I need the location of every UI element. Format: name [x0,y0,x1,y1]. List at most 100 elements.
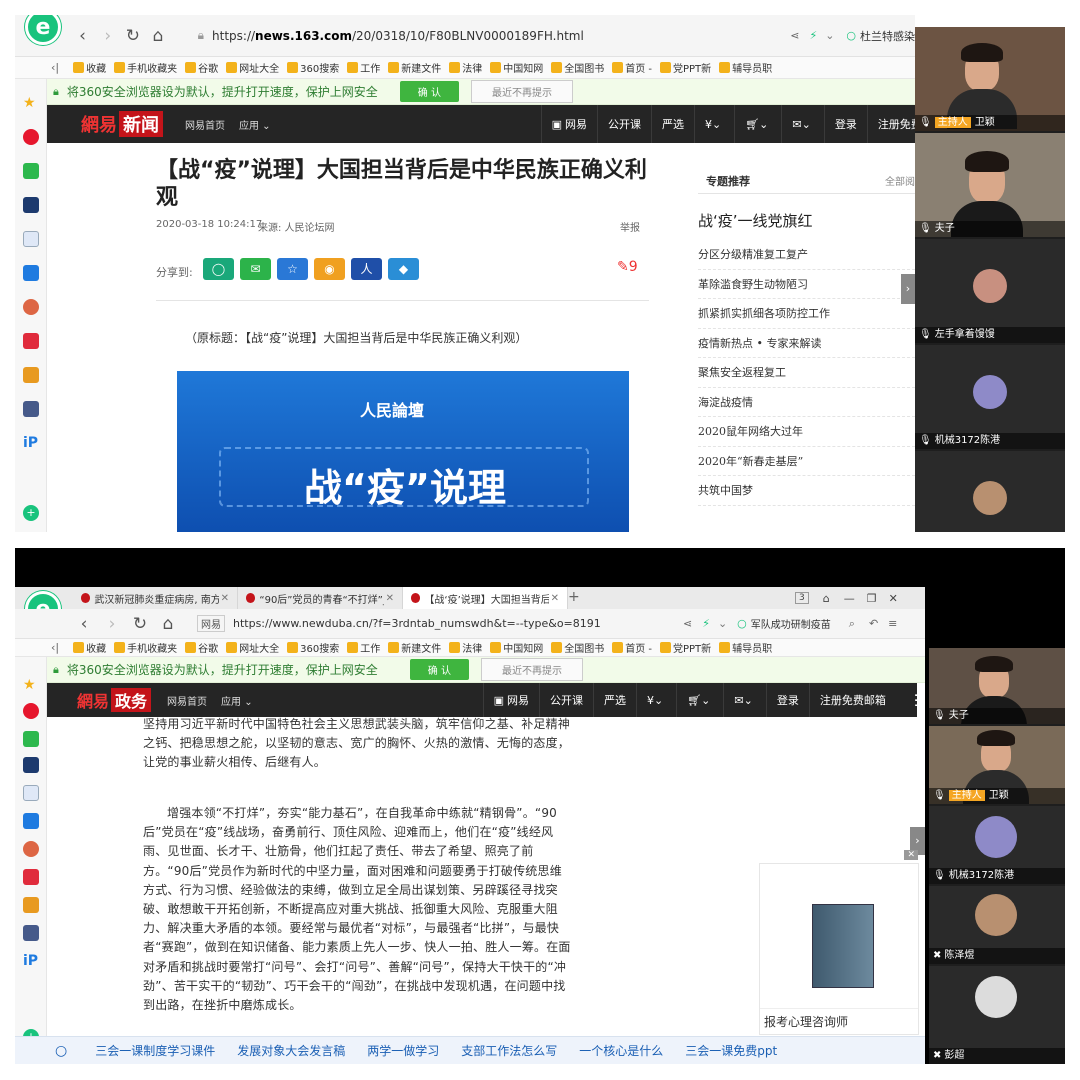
netease-logo[interactable]: 網易 政务 [77,688,152,712]
bookmark-item[interactable]: 中国知网 [490,640,543,655]
bookmark-item[interactable]: 辅导员职 [719,60,772,75]
share-wechat-icon[interactable]: ✉︎ [240,258,271,280]
share-icon[interactable]: ⋖ [683,617,692,630]
topic-link[interactable]: 抓紧抓实抓细各项防控工作 [698,299,915,329]
bookmark-item[interactable]: 法律 [449,640,482,655]
close-icon[interactable]: ✕ [889,592,898,605]
share-weibo-icon[interactable]: ◉ [314,258,345,280]
related-link[interactable]: 三会一课制度学习课件 [95,1042,215,1059]
ad-panel[interactable]: ✕ 报考心理咨询师 [759,850,919,1035]
doc-icon[interactable] [23,231,39,247]
new-tab-icon[interactable]: + [568,589,580,605]
share-renren-icon[interactable]: 人 [351,258,382,280]
tab-close-icon[interactable]: ✕ [386,593,394,604]
topic-link[interactable]: 2020鼠年网络大过年 [698,417,915,447]
bookmark-item[interactable]: 谷歌 [185,60,218,75]
bookmark-item[interactable]: 全国图书 [551,60,604,75]
related-link[interactable]: 一个核心是什么 [579,1042,663,1059]
menu-icon[interactable]: ≡ [888,617,897,630]
participant-tile[interactable]: 🎙︎ 左手拿着馒馒 [915,239,1065,343]
tab-close-icon[interactable]: ✕ [221,593,229,604]
game-icon[interactable] [23,299,39,315]
news-icon[interactable] [23,197,39,213]
game2-icon[interactable] [23,367,39,383]
chat-icon[interactable] [23,813,39,829]
mail-menu[interactable]: ✉︎⌄ [781,105,823,143]
netease-home-link[interactable]: 网易首页 [167,693,207,708]
mail-icon[interactable] [23,163,39,179]
topics-lead[interactable]: 战‘疫’一线党旗红 [698,210,813,231]
sidebar-toggle-icon[interactable]: ‹| [51,641,59,654]
netease-app-icon[interactable]: ▣ 网易 [482,683,539,717]
bookmark-item[interactable]: 360搜索 [287,60,339,75]
bookmark-item[interactable]: 首页 - [612,60,652,75]
bookmark-item[interactable]: 新建文件 [388,640,441,655]
tab-2[interactable]: “90后”党员的青春“不打烊”_网易✕ [238,587,403,609]
back-icon[interactable]: ‹ [73,26,92,46]
yanxuan-menu[interactable]: 严选 [650,105,694,143]
participant-tile[interactable]: 🎙︎ [915,451,1065,532]
opencourse-menu[interactable]: 公开课 [539,683,593,717]
notice-dismiss-button[interactable]: 最近不再提示 [480,658,583,681]
lightning-icon[interactable]: ⚡︎ [809,29,817,42]
search-suggestion[interactable]: 杜兰特感染 [860,28,915,44]
topic-link[interactable]: 分区分级精准复工复产 [698,240,915,270]
cart-menu[interactable]: 🛒︎⌄ [734,105,781,143]
game3-icon[interactable] [23,401,39,417]
app-icon[interactable] [23,333,39,349]
share-yixin-icon[interactable]: ◯ [203,258,234,280]
participant-tile[interactable]: 🎙︎ 夫子 [929,648,1065,724]
mail-icon[interactable] [23,731,39,747]
tab-3[interactable]: 【战‘疫’说理】大国担当背后是中✕ [403,587,568,609]
participant-tile[interactable]: 🎙︎ 主持人 卫颖 [929,726,1065,804]
share-icon[interactable]: ⋖ [790,29,799,42]
bookmark-item[interactable]: 党PPT新 [660,640,711,655]
netease-app-icon[interactable]: ▣ 网易 [540,105,597,143]
star-icon[interactable]: ★ [23,95,39,111]
topic-link[interactable]: 革除滥食野生动物陋习 [698,270,915,299]
ip-icon[interactable]: iP [23,953,39,969]
participant-tile[interactable]: 🎙︎ 机械3172陈港 [915,345,1065,449]
participant-tile[interactable]: ✖︎ 陈泽煜 [929,886,1065,964]
chevron-down-icon[interactable]: ⌄ [718,617,727,630]
yanxuan-menu[interactable]: 严选 [593,683,636,717]
home-icon[interactable]: ⌂ [148,26,167,46]
shirt-icon[interactable]: ⌂ [823,592,830,605]
topics-more-link[interactable]: 全部阅 [885,173,915,188]
topic-link[interactable]: 疫情新热点 • 专家来解读 [698,329,915,358]
opencourse-menu[interactable]: 公开课 [596,105,651,143]
participant-tile[interactable]: 🎙︎ 主持人 卫颖 [915,27,1065,131]
bookmark-item[interactable]: 党PPT新 [660,60,711,75]
bookmark-item[interactable]: 全国图书 [551,640,604,655]
search-icon[interactable]: ⌕ [849,617,855,631]
netease-home-link[interactable]: 网易首页 [185,117,225,132]
hamburger-icon[interactable]: ☰ [914,691,917,710]
forward-icon[interactable]: › [98,26,117,46]
doc-icon[interactable] [23,785,39,801]
game3-icon[interactable] [23,925,39,941]
comment-count[interactable]: ✎9 [617,259,638,275]
next-arrow-icon[interactable]: › [901,274,915,304]
tab-close-icon[interactable]: ✕ [551,593,559,604]
ad-close-icon[interactable]: ✕ [904,850,918,860]
share-qzone-icon[interactable]: ◆ [388,258,419,280]
notice-confirm-button[interactable]: 确 认 [399,81,459,102]
undo-icon[interactable]: ↶ [869,617,878,630]
app-icon[interactable] [23,869,39,885]
weibo-icon[interactable] [23,703,39,719]
share-favorite-icon[interactable]: ☆ [277,258,308,280]
sidebar-toggle-icon[interactable]: ‹| [51,61,59,74]
plus-circle-icon[interactable]: + [23,505,39,521]
lightning-icon[interactable]: ⚡︎ [702,617,710,630]
related-link[interactable]: 发展对象大会发言稿 [237,1042,345,1059]
chevron-down-icon[interactable]: ⌄ [825,29,834,42]
related-link[interactable]: 三会一课免费ppt [685,1042,777,1059]
participant-tile[interactable]: 🎙︎ 机械3172陈港 [929,806,1065,884]
cart-menu[interactable]: 🛒︎⌄ [676,683,723,717]
participant-tile[interactable]: 🎙︎ 夫子 [915,133,1065,237]
notice-confirm-button[interactable]: 确 认 [409,659,469,680]
bookmark-item[interactable]: 360搜索 [287,640,339,655]
bookmark-item[interactable]: 收藏 [73,60,106,75]
related-link[interactable]: 支部工作法怎么写 [461,1042,557,1059]
bookmark-item[interactable]: 首页 - [612,640,652,655]
